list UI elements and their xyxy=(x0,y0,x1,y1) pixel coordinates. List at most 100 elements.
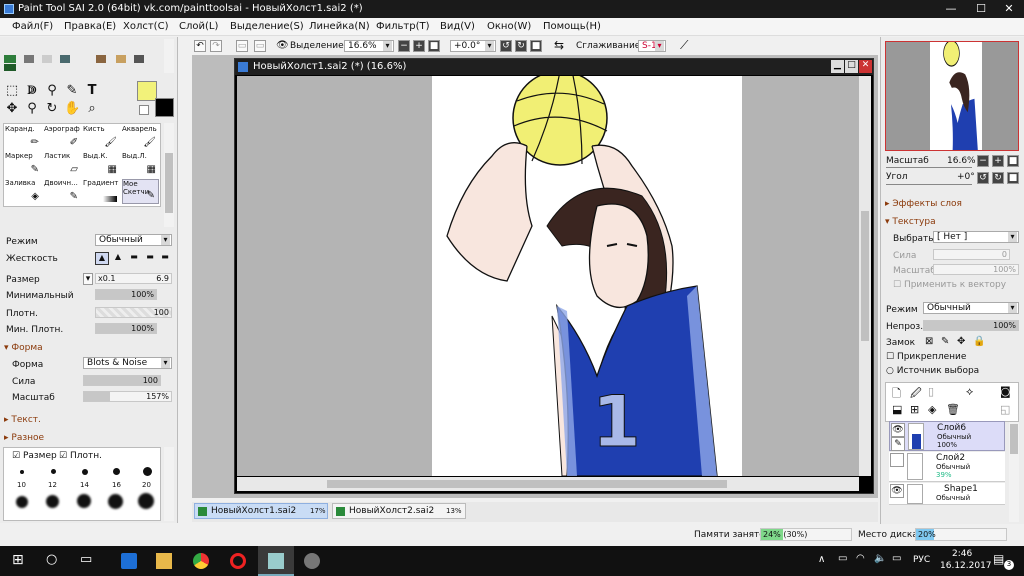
zoom-reset-button[interactable]: ■ xyxy=(428,40,440,52)
menu-layer[interactable]: Слой(L) xyxy=(179,21,218,32)
clear-layer-icon[interactable]: ◈ xyxy=(928,403,936,416)
lock-all-icon[interactable]: 🔒 xyxy=(973,336,985,347)
swatch[interactable] xyxy=(134,55,144,63)
transparent-color[interactable] xyxy=(139,105,149,115)
misc-section-header[interactable]: ▸ Разное xyxy=(4,433,44,443)
undo-button[interactable]: ↶ xyxy=(194,40,206,52)
layer-row[interactable]: 👁 Shape1 Обычный xyxy=(889,483,1005,505)
chrome-icon[interactable] xyxy=(193,553,209,569)
mode-dropdown[interactable]: Обычный xyxy=(95,234,172,246)
swatch[interactable] xyxy=(4,64,16,71)
menu-edit[interactable]: Правка(E) xyxy=(64,21,116,32)
nav-rotate-left-button[interactable]: ↺ xyxy=(977,172,989,184)
secondary-color[interactable] xyxy=(155,98,174,117)
menu-file[interactable]: Файл(F) xyxy=(12,21,53,32)
brush-marker[interactable]: Маркер ✎ xyxy=(5,152,42,177)
explorer-icon[interactable] xyxy=(156,553,172,569)
paint-app-icon[interactable] xyxy=(304,553,320,569)
min-density-slider[interactable]: 100% xyxy=(95,323,157,334)
preset-dot[interactable] xyxy=(77,494,91,508)
min-size-slider[interactable]: 100% xyxy=(95,289,157,300)
layer-scrollbar-thumb[interactable] xyxy=(1010,424,1018,454)
density-slider[interactable]: 100 xyxy=(95,307,172,318)
swatch[interactable] xyxy=(60,55,70,63)
hardness-option-1[interactable]: ▲ xyxy=(95,252,109,265)
clock-date[interactable]: 16.12.2017 xyxy=(940,561,992,571)
lock-transparency-icon[interactable]: ⊠ xyxy=(925,336,933,347)
scale-slider[interactable]: 157% xyxy=(83,391,172,402)
hardness-option-3[interactable]: ▬ xyxy=(127,252,141,265)
deselect-button[interactable]: ▭ xyxy=(236,40,248,52)
primary-color[interactable] xyxy=(137,81,157,101)
new-vector-layer-icon[interactable]: 🖉 xyxy=(910,385,922,404)
brush-gradient[interactable]: Градиент xyxy=(83,179,120,204)
menu-ruler[interactable]: Линейка(N) xyxy=(309,21,370,32)
magic-wand-icon[interactable]: ⚲ xyxy=(44,83,60,99)
paint-lock-icon[interactable]: ✎ xyxy=(891,437,905,451)
notification-icon[interactable]: ▤ xyxy=(993,552,1004,566)
brush-pencil[interactable]: Каранд. ✏ xyxy=(5,125,42,150)
preset-dot[interactable] xyxy=(138,493,154,509)
opacity-slider[interactable]: 100% xyxy=(923,320,1019,331)
brush-select-eraser[interactable]: Выд.Л. ▦ xyxy=(122,152,159,177)
task-view-icon[interactable]: ▭ xyxy=(80,552,92,567)
texture-header[interactable]: ▾ Текстура xyxy=(885,217,936,227)
swatch[interactable] xyxy=(96,55,106,63)
merge-icon[interactable]: ⊞ xyxy=(910,403,919,416)
doc-tab-1[interactable]: НовыйХолст1.sai2 17% xyxy=(194,503,328,519)
text-tool-icon[interactable]: T xyxy=(84,83,100,99)
brush-watercolor[interactable]: Акварель 🖌 xyxy=(122,125,159,150)
canvas-vscroll[interactable] xyxy=(859,76,871,476)
brush-fill[interactable]: Заливка ◈ xyxy=(5,179,42,204)
layer-row[interactable]: 👁 ✎ Слой6 Обычный 100% xyxy=(889,421,1005,451)
minimize-button[interactable]: — xyxy=(936,0,966,18)
lock-move-icon[interactable]: ✥ xyxy=(957,336,965,347)
canvas-vscroll-thumb[interactable] xyxy=(861,211,869,341)
redo-button[interactable]: ↷ xyxy=(210,40,222,52)
apply-mask-icon[interactable]: ◱ xyxy=(1000,403,1010,416)
ruler-layer-icon[interactable]: ⟡ xyxy=(966,385,973,399)
density-checkbox[interactable]: ☑ Плотн. xyxy=(59,451,102,461)
hardness-option-4[interactable]: ▬ xyxy=(143,252,157,265)
trash-icon[interactable]: 🗑 xyxy=(946,403,960,416)
wifi-icon[interactable]: ◠ xyxy=(856,553,865,564)
selection-pen-icon[interactable]: ✎ xyxy=(64,83,80,99)
selection-source-checkbox[interactable]: ○ Источник выбора xyxy=(886,366,979,376)
clip-checkbox[interactable]: ☐ Прикрепление xyxy=(886,352,966,362)
clock-time[interactable]: 2:46 xyxy=(952,549,972,559)
menu-window[interactable]: Окно(W) xyxy=(487,21,531,32)
zoom-in-button[interactable]: + xyxy=(413,40,425,52)
shape-section-header[interactable]: ▾ Форма xyxy=(4,343,43,353)
language-indicator[interactable]: РУС xyxy=(913,555,930,565)
rotate-right-button[interactable]: ↻ xyxy=(515,40,527,52)
canvas-hscroll[interactable] xyxy=(237,477,859,491)
search-icon[interactable]: ○ xyxy=(46,552,57,567)
move-down-icon[interactable]: ⬓ xyxy=(892,403,902,416)
nav-angle-track[interactable] xyxy=(886,184,972,185)
edge-icon[interactable] xyxy=(121,553,137,569)
doc-tab-2[interactable]: НовыйХолст2.sai2 13% xyxy=(332,503,466,519)
menu-filter[interactable]: Фильтр(T) xyxy=(376,21,429,32)
lock-paint-icon[interactable]: ✎ xyxy=(941,336,949,347)
nav-zoom-reset-button[interactable]: ■ xyxy=(1007,155,1019,167)
preset-dot-16[interactable] xyxy=(113,468,120,475)
menu-selection[interactable]: Выделение(S) xyxy=(230,21,304,32)
visibility-eye-icon[interactable] xyxy=(890,453,904,467)
opera-icon[interactable] xyxy=(230,553,246,569)
nav-zoom-out-button[interactable]: − xyxy=(977,155,989,167)
nav-rotate-reset-button[interactable]: ■ xyxy=(1007,172,1019,184)
brush-binary[interactable]: Двоичн... ✎ xyxy=(44,179,81,204)
brush-scrollbar[interactable] xyxy=(164,123,174,227)
mask-icon[interactable]: ◙ xyxy=(1000,385,1011,398)
brush-airbrush[interactable]: Аэрограф ✐ xyxy=(44,125,81,150)
navigator-viewport[interactable] xyxy=(885,41,1019,151)
nav-rotate-right-button[interactable]: ↻ xyxy=(992,172,1004,184)
visibility-eye-icon[interactable]: 👁 xyxy=(890,484,904,498)
texture-section-header[interactable]: ▸ Текст. xyxy=(4,415,41,425)
texture-select-dropdown[interactable]: [ Нет ] xyxy=(933,231,1019,243)
eyedropper-icon[interactable]: ⌕ xyxy=(84,101,100,117)
hardness-option-2[interactable]: ▲ xyxy=(111,252,125,265)
texture-scale-slider[interactable]: 100% xyxy=(933,264,1019,275)
preset-dot-14[interactable] xyxy=(82,469,88,475)
layer-scrollbar[interactable] xyxy=(1009,422,1019,522)
